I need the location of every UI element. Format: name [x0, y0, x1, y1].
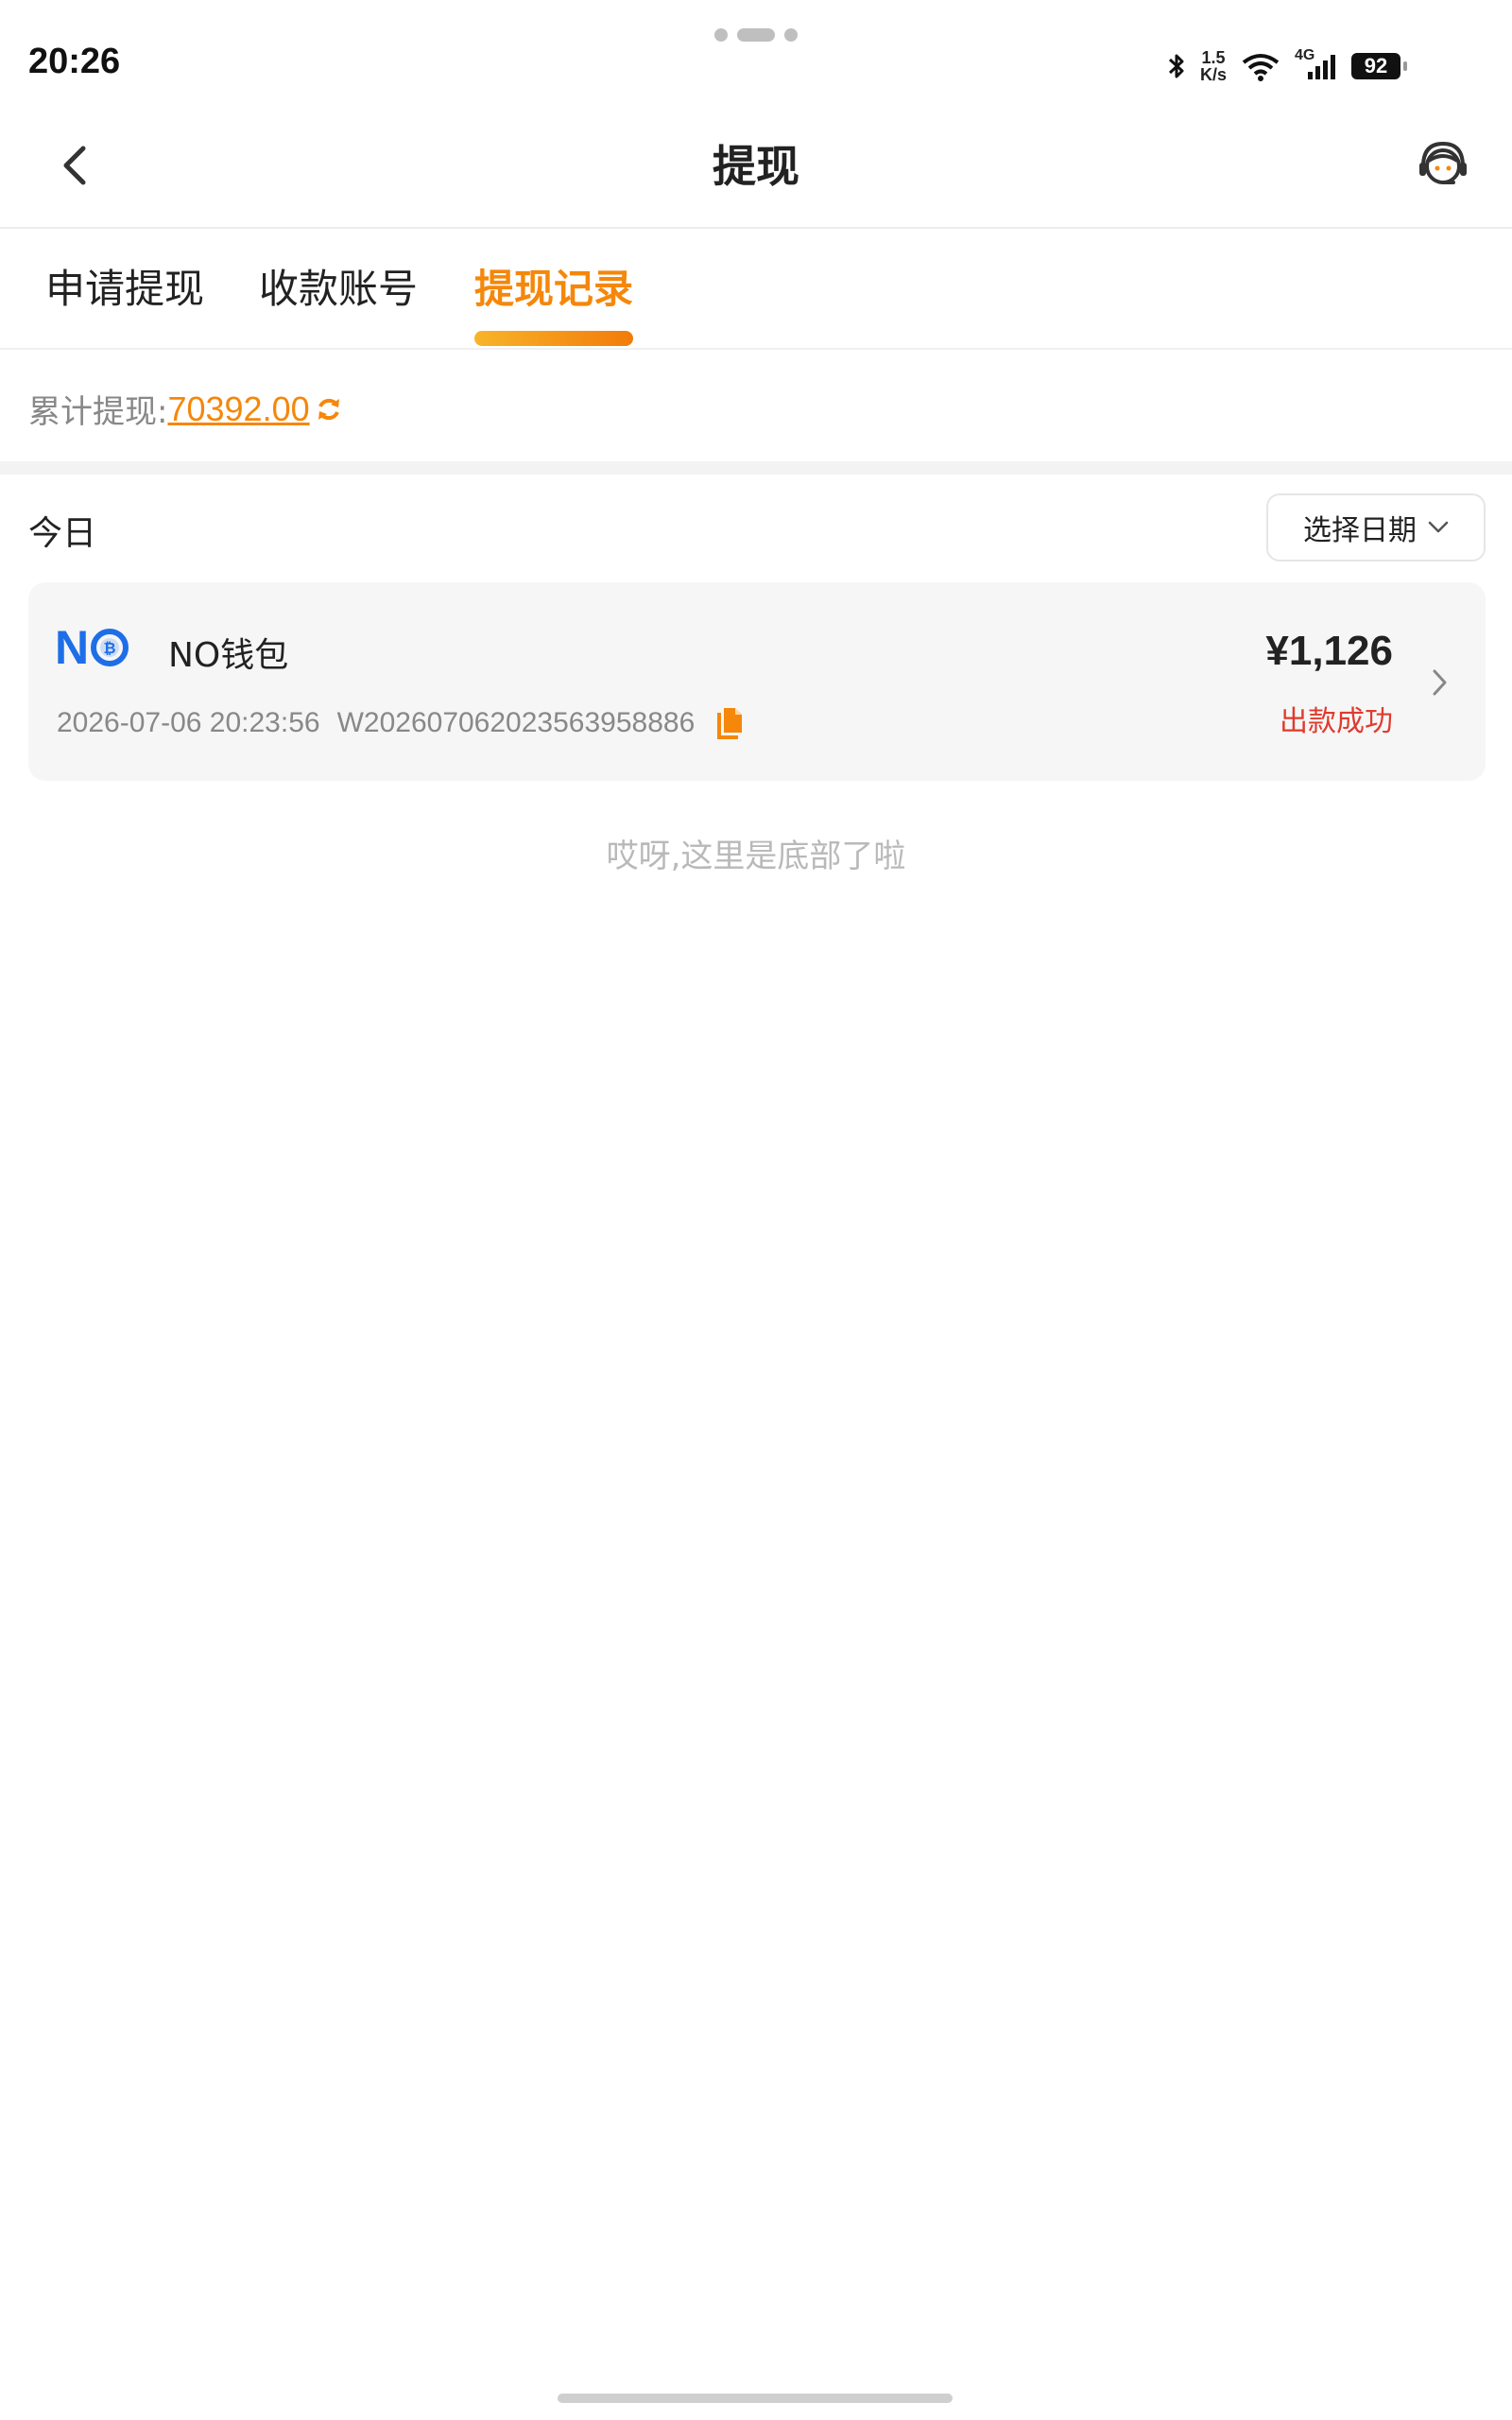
record-status: 出款成功 [1280, 705, 1393, 738]
list-end-message: 哎呀,这里是底部了啦 [606, 838, 906, 875]
withdraw-record-card[interactable]: N ₿ NO钱包 2026-07-06 20:23:56 W2026070620… [28, 582, 1486, 781]
tab-bar: 申请提现 收款账号 提现记录 [0, 229, 1512, 350]
total-withdraw-summary: 累计提现: 70392.00 [28, 386, 344, 432]
status-time: 20:26 [28, 42, 121, 81]
network-speed: 1.5 K/s [1199, 48, 1227, 84]
customer-service-icon [1419, 141, 1467, 184]
battery-indicator: 92 [1351, 53, 1407, 79]
total-withdraw-value[interactable]: 70392.00 [167, 389, 309, 429]
tab-withdraw-records[interactable]: 提现记录 [474, 257, 633, 315]
signal-icon: 4G [1295, 47, 1338, 81]
page-title: 提现 [713, 141, 799, 192]
record-datetime: 2026-07-06 20:23:56 [57, 707, 320, 738]
status-bar: 20:26 1.5 K/s 4G 92 [0, 0, 1512, 104]
active-tab-indicator [474, 331, 633, 346]
date-select-button[interactable]: 选择日期 [1266, 493, 1486, 562]
wallet-name: NO钱包 [168, 636, 289, 675]
record-amount: ¥1,126 [1265, 628, 1393, 674]
svg-text:₿: ₿ [104, 639, 116, 657]
record-meta: 2026-07-06 20:23:56 W2026070620235639588… [57, 705, 747, 741]
bluetooth-icon [1168, 54, 1184, 78]
section-label-today: 今日 [28, 514, 97, 553]
chevron-down-icon [1428, 521, 1449, 533]
wallet-logo: N ₿ [55, 624, 129, 671]
copy-icon[interactable] [712, 705, 747, 741]
home-indicator[interactable] [558, 2394, 953, 2403]
wallet-logo-letter: N [55, 621, 90, 674]
tab-receiving-account[interactable]: 收款账号 [259, 257, 418, 315]
wifi-icon [1242, 54, 1280, 81]
section-divider [0, 461, 1512, 475]
chevron-right-icon [1433, 669, 1447, 696]
total-withdraw-label: 累计提现: [28, 393, 168, 431]
bitcoin-coin-icon: ₿ [91, 629, 129, 666]
status-icons: 1.5 K/s 4G 92 [1166, 47, 1407, 84]
customer-service-button[interactable] [1412, 134, 1474, 197]
camera-indicator [714, 28, 799, 42]
nav-bar: 提现 [0, 104, 1512, 229]
refresh-icon[interactable] [314, 394, 344, 424]
record-order-no: W20260706202356395888​6 [336, 707, 696, 738]
tab-apply-withdraw[interactable]: 申请提现 [45, 257, 204, 315]
date-select-label: 选择日期 [1303, 514, 1417, 547]
